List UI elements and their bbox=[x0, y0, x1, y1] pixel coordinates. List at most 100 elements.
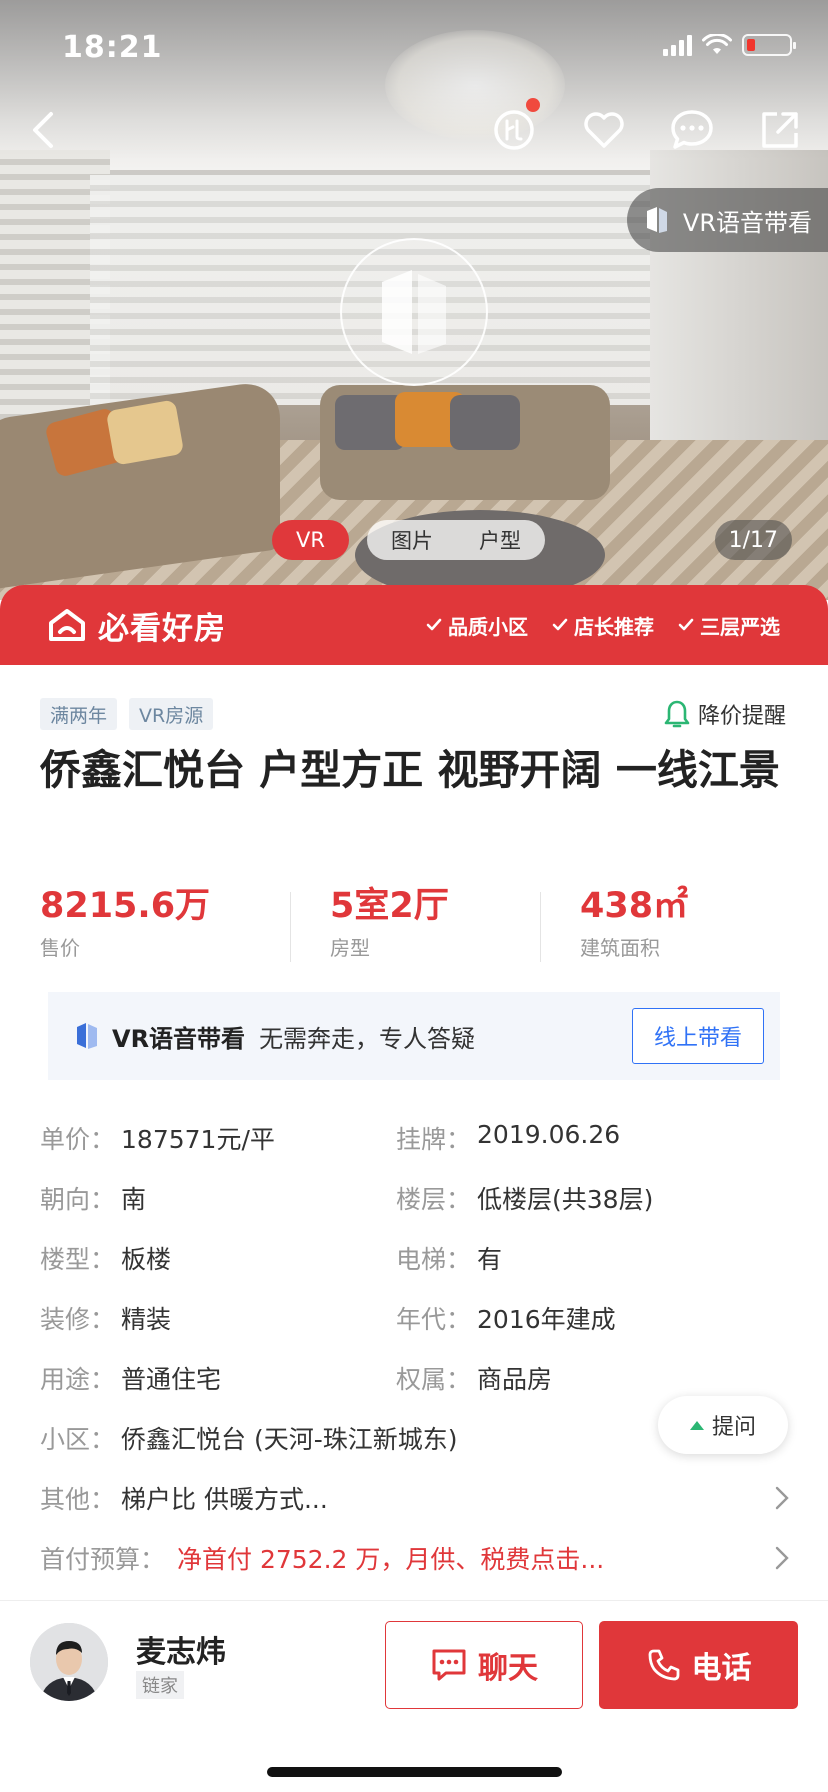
check-icon bbox=[552, 618, 568, 631]
chevron-right-icon bbox=[775, 1546, 789, 1570]
vr-logo-icon bbox=[646, 207, 667, 233]
banner-tag-label: 店长推荐 bbox=[574, 614, 654, 639]
info-value: 有 bbox=[477, 1245, 503, 1274]
info-decoration: 装修： 精装 bbox=[40, 1300, 396, 1336]
info-usage: 用途： 普通住宅 bbox=[40, 1360, 396, 1396]
share-icon bbox=[762, 112, 798, 148]
info-value: 2016年建成 bbox=[477, 1305, 616, 1334]
info-label: 权属： bbox=[396, 1365, 472, 1394]
call-label: 电话 bbox=[691, 1651, 752, 1686]
chat-label: 聊天 bbox=[478, 1651, 538, 1686]
online-viewing-button[interactable]: 线上带看 bbox=[632, 1008, 764, 1064]
agent-photo bbox=[30, 1623, 108, 1701]
info-value: 2019.06.26 bbox=[477, 1120, 621, 1149]
heart-icon bbox=[584, 112, 624, 148]
chat-button[interactable]: 聊天 bbox=[385, 1621, 583, 1709]
vr-guide-chip[interactable]: VR语音带看 bbox=[626, 188, 828, 252]
message-button[interactable] bbox=[662, 100, 722, 160]
banner-brand-label: 必看好房 bbox=[98, 610, 226, 647]
back-button[interactable] bbox=[14, 100, 74, 160]
banner-tag: 品质小区 bbox=[426, 611, 528, 640]
stat-label: 房型 bbox=[330, 936, 370, 960]
check-icon bbox=[426, 618, 442, 631]
ask-label: 提问 bbox=[711, 1415, 756, 1440]
vr-bar-title: VR语音带看 bbox=[112, 1024, 246, 1053]
info-orientation: 朝向：南 bbox=[40, 1180, 396, 1216]
house-logo-icon bbox=[49, 609, 85, 641]
stat-value: 5室2厅 bbox=[330, 886, 449, 926]
info-floor: 楼层： 低楼层(共38层) bbox=[396, 1180, 752, 1216]
chevron-right-icon bbox=[775, 1486, 789, 1510]
agent-brand: 链家 bbox=[136, 1671, 184, 1699]
other-value: 梯户比 供暖方式... bbox=[121, 1485, 328, 1514]
home-indicator[interactable] bbox=[267, 1767, 562, 1777]
info-listed-date: 挂牌： 2019.06.26 bbox=[396, 1120, 752, 1156]
triangle-up-icon bbox=[689, 1420, 704, 1430]
info-value: 低楼层(共38层) bbox=[477, 1185, 654, 1214]
status-icons bbox=[663, 34, 796, 56]
tag-two-years: 满两年 bbox=[40, 698, 118, 730]
check-icon bbox=[678, 618, 694, 631]
price-alert-label: 降价提醒 bbox=[697, 704, 786, 729]
banner-brand: 必看好房 bbox=[48, 603, 226, 648]
info-row: 单价： 187571元/平 挂牌： 2019.06.26 bbox=[40, 1108, 800, 1168]
listing-title: 侨鑫汇悦台 户型方正 视野开阔 一线江景 bbox=[40, 746, 780, 794]
ask-question-button[interactable]: 提问 bbox=[658, 1396, 788, 1454]
stat-value: 438㎡ bbox=[580, 886, 689, 926]
price-alert-button[interactable]: 降价提醒 bbox=[664, 698, 786, 730]
stat-value: 8215.6万 bbox=[40, 886, 211, 926]
phone-icon bbox=[648, 1649, 679, 1681]
info-elevator: 电梯：有 bbox=[396, 1240, 752, 1276]
tab-photos[interactable]: 图片 bbox=[391, 525, 433, 555]
status-time: 18:21 bbox=[62, 30, 163, 65]
info-label: 电梯： bbox=[396, 1245, 472, 1274]
banner-tags: 品质小区 店长推荐 三层严选 bbox=[426, 611, 780, 640]
contact-bar: 麦志炜 链家 聊天 电话 bbox=[0, 1600, 828, 1792]
info-value: 普通住宅 bbox=[121, 1365, 222, 1394]
info-label: 其他： bbox=[40, 1485, 116, 1514]
downpayment-value: 净首付 2752.2 万，月供、税费点击... bbox=[177, 1545, 605, 1574]
call-button[interactable]: 电话 bbox=[599, 1621, 798, 1709]
bell-icon bbox=[664, 700, 690, 728]
vr-guide-bar[interactable]: VR语音带看 无需奔走，专人答疑 线上带看 bbox=[48, 992, 780, 1080]
info-label: 楼型： bbox=[40, 1245, 116, 1274]
compare-icon bbox=[494, 110, 534, 150]
stat-label: 售价 bbox=[40, 936, 80, 960]
info-unit-price: 单价： 187571元/平 bbox=[40, 1120, 396, 1156]
chat-bubble-icon bbox=[671, 110, 713, 149]
compare-button[interactable] bbox=[484, 98, 544, 160]
photo-pillow bbox=[450, 395, 520, 450]
stat-price: 8215.6万 售价 bbox=[40, 884, 290, 961]
photo-counter: 1/17 bbox=[714, 520, 792, 560]
info-label: 首付预算： bbox=[40, 1545, 166, 1574]
share-button[interactable] bbox=[750, 100, 810, 160]
banner-tag: 三层严选 bbox=[678, 611, 780, 640]
info-label: 朝向： bbox=[40, 1185, 116, 1214]
vr-bar-subtitle: 无需奔走，专人答疑 bbox=[259, 1024, 476, 1053]
info-label: 用途： bbox=[40, 1365, 116, 1394]
signal-icon bbox=[663, 34, 692, 56]
back-arrow-icon bbox=[33, 112, 53, 148]
vr-logo-icon bbox=[77, 1023, 97, 1049]
downpayment-row[interactable]: 首付预算： 净首付 2752.2 万，月供、税费点击... bbox=[40, 1528, 790, 1588]
quality-banner: 必看好房 品质小区 店长推荐 三层严选 bbox=[0, 585, 828, 665]
stat-layout: 5室2厅 房型 bbox=[290, 884, 540, 962]
chat-bubble-icon bbox=[432, 1649, 466, 1681]
avatar[interactable] bbox=[30, 1623, 108, 1701]
other-info-row[interactable]: 其他： 梯户比 供暖方式... bbox=[40, 1468, 790, 1528]
notification-dot bbox=[526, 98, 540, 112]
info-value: 187571元/平 bbox=[121, 1125, 275, 1154]
info-value: 板楼 bbox=[121, 1245, 172, 1274]
info-value: 南 bbox=[121, 1185, 147, 1214]
key-stats: 8215.6万 售价 5室2厅 房型 438㎡ 建筑面积 bbox=[40, 884, 790, 962]
battery-icon bbox=[742, 34, 796, 56]
info-row: 楼型： 板楼 电梯：有 bbox=[40, 1228, 800, 1288]
banner-tag: 店长推荐 bbox=[552, 611, 654, 640]
tab-vr[interactable]: VR bbox=[272, 520, 349, 560]
battery-level bbox=[747, 39, 755, 51]
vr-play-button[interactable] bbox=[340, 238, 488, 386]
tab-floorplan[interactable]: 户型 bbox=[479, 525, 521, 555]
favorite-button[interactable] bbox=[574, 100, 634, 160]
stat-area: 438㎡ 建筑面积 bbox=[540, 884, 790, 962]
info-row: 朝向：南 楼层： 低楼层(共38层) bbox=[40, 1168, 800, 1228]
